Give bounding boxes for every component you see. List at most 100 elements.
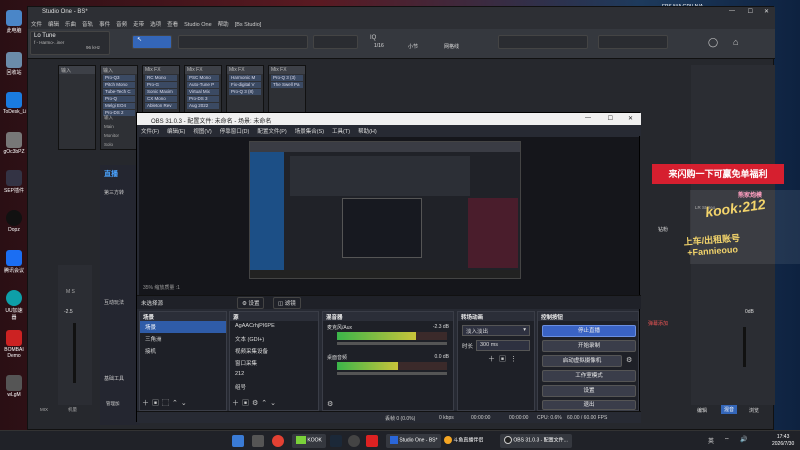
plugin-slot[interactable]: Pitch Mono — [103, 82, 135, 88]
danmu-badge[interactable]: 弹幕添加 — [648, 320, 668, 327]
desktop-icon-file[interactable]: gOc3bPZ — [3, 132, 25, 155]
browse-tab[interactable]: 浏览 — [749, 407, 759, 414]
obs-preview[interactable]: 35% 缩放质量 :1 — [139, 137, 639, 295]
desktop-volume-slider[interactable] — [337, 372, 447, 375]
source-item[interactable]: 212 — [230, 369, 318, 381]
plugin-slot[interactable]: PSC Mono — [187, 75, 219, 81]
snap-toggles[interactable] — [498, 35, 588, 49]
timebase-value[interactable]: 小节 — [408, 43, 418, 50]
plugin-slot[interactable]: Pro-Q 3 (8) — [229, 89, 261, 95]
plugin-slot[interactable]: Pro-G — [145, 82, 177, 88]
chrome-icon[interactable] — [272, 435, 284, 447]
plugin-slot[interactable]: The Swell Pa — [271, 82, 303, 88]
menu-help[interactable]: 帮助(H) — [358, 127, 377, 135]
desktop-icon-meeting[interactable]: 腾讯会议 — [3, 250, 25, 274]
taskbar-app-kook[interactable]: KOOK — [292, 434, 326, 448]
edit-tools-group[interactable] — [178, 35, 308, 49]
menu-docks[interactable]: 停靠窗口(D) — [220, 127, 250, 135]
app-icon[interactable] — [366, 435, 378, 447]
desktop-icon-todesk[interactable]: ToDesk_Li — [3, 92, 26, 115]
routing-item[interactable]: 输入 — [104, 113, 119, 122]
menu-event[interactable]: 事件 — [99, 20, 110, 28]
snap-value[interactable]: 网格线 — [444, 43, 459, 50]
menu-transport[interactable]: 走带 — [133, 20, 144, 28]
minimize-button[interactable]: — — [585, 115, 591, 121]
clock[interactable]: 17:43 2026/7/30 — [772, 434, 794, 448]
menu-help[interactable]: 帮助 — [218, 20, 229, 28]
plugin-slot[interactable]: Aug 2022 — [187, 103, 219, 109]
menu-song[interactable]: 乐曲 — [65, 20, 76, 28]
taskbar-app-douyu[interactable]: 斗鱼直播伴侣 — [440, 434, 487, 448]
taskbar-app-studio-one[interactable]: Studio One - BS* — [386, 434, 442, 448]
plugin-slot[interactable]: Pro-Q3 — [103, 75, 135, 81]
user-icon[interactable]: ◯ — [708, 37, 718, 48]
desktop-icon-uu[interactable]: UU加速器 — [3, 290, 25, 321]
source-controls[interactable]: ＋▣⚙⌃⌄ — [232, 398, 279, 408]
maximize-button[interactable]: ☐ — [608, 115, 613, 122]
plugin-slot[interactable]: Sonic Maxim — [145, 89, 177, 95]
routing-item[interactable]: Solo — [104, 140, 119, 149]
scene-item[interactable]: 接机 — [140, 345, 226, 357]
select-tool-button[interactable]: ↖ — [132, 35, 172, 49]
close-button[interactable]: ✕ — [628, 115, 633, 122]
main-fader[interactable] — [73, 323, 76, 383]
desktop-icon-sep[interactable]: SEP插件 — [3, 170, 25, 194]
mix-tab[interactable]: 混音 — [721, 405, 738, 414]
source-item[interactable]: AgAACrhjPI6PE — [230, 321, 318, 333]
mute-solo[interactable]: M S — [66, 289, 75, 295]
maximize-button[interactable]: ☐ — [748, 8, 753, 15]
media-icon[interactable] — [348, 435, 360, 447]
menu-tools[interactable]: 工具(T) — [332, 127, 350, 135]
menu-view[interactable]: 查看 — [167, 20, 178, 28]
source-item[interactable]: 视频采集设备 — [230, 345, 318, 357]
desktop-icon-wlg[interactable]: wLgM — [3, 375, 25, 398]
routing-item[interactable]: Monitor — [104, 131, 119, 140]
stop-stream-button[interactable]: 停止直播 — [542, 325, 636, 337]
studio-mode-button[interactable]: 工作室模式 — [542, 370, 636, 382]
plugin-slot[interactable]: Auto-Tune P — [187, 82, 219, 88]
promo-banner[interactable]: 来闪购一下可赢免单福利 — [652, 164, 784, 184]
plugin-slot[interactable]: Pro-DS 3 — [187, 96, 219, 102]
source-item[interactable]: 组号 — [230, 381, 318, 393]
helper-third[interactable]: 第三方转 — [104, 189, 124, 196]
menu-edit[interactable]: 编辑 — [48, 20, 59, 28]
zoom-tools[interactable] — [313, 35, 358, 49]
mixer-strip-input[interactable]: 输入 — [58, 65, 96, 150]
duration-input[interactable]: 300 ms — [476, 340, 530, 351]
quantize-value[interactable]: 1/16 — [374, 43, 384, 49]
scene-item[interactable]: 场景 — [140, 321, 226, 333]
source-item[interactable]: 文本 (GDI+) — [230, 333, 318, 345]
plugin-slot[interactable]: Tube-Tech C — [103, 89, 135, 95]
plugin-slot[interactable]: RC Mono — [145, 75, 177, 81]
plugin-slot[interactable]: CX Mono — [145, 96, 177, 102]
menu-options[interactable]: 选项 — [150, 20, 161, 28]
right-fader[interactable] — [743, 327, 746, 367]
plugin-slot[interactable]: Harmonic M — [229, 75, 261, 81]
plugin-slot[interactable]: Pro-Q 3 (3) — [271, 75, 303, 81]
minimize-button[interactable]: — — [729, 8, 735, 14]
source-item[interactable]: 窗口采集 — [230, 357, 318, 369]
desktop-icon-pc[interactable]: 此电脑 — [3, 10, 25, 34]
view-toggles[interactable] — [598, 35, 668, 49]
scene-item[interactable]: 三角洲 — [140, 333, 226, 345]
virtual-camera-button[interactable]: 启动虚拟摄像机 — [542, 355, 622, 367]
menu-track[interactable]: 音轨 — [82, 20, 93, 28]
menu-edit[interactable]: 编辑(E) — [167, 127, 185, 135]
desktop-icon-recycle[interactable]: 回收站 — [3, 52, 25, 76]
edit-tab[interactable]: 编辑 — [697, 407, 707, 414]
menu-file[interactable]: 文件 — [31, 20, 42, 28]
mic-volume-slider[interactable] — [337, 342, 447, 345]
filters-button[interactable]: ◫ 滤镜 — [273, 297, 301, 309]
home-icon[interactable]: ⌂ — [733, 37, 738, 47]
desktop-icon-dopz[interactable]: Dopz — [3, 210, 25, 233]
plugin-slot[interactable]: Fix-digital V — [229, 82, 261, 88]
menu-view[interactable]: 视图(V) — [193, 127, 211, 135]
taskbar-app-obs[interactable]: OBS 31.0.3 - 配置文件... — [500, 434, 572, 448]
ime-indicator[interactable]: 英 — [708, 436, 714, 445]
menu-file[interactable]: 文件(F) — [141, 127, 159, 135]
plugin-slot[interactable]: Pro-Q — [103, 96, 135, 102]
settings-button[interactable]: 设置 — [542, 385, 636, 397]
menu-scene-collection[interactable]: 场景集合(S) — [295, 127, 324, 135]
start-icon[interactable] — [232, 435, 244, 447]
plugin-slot[interactable]: Ableton Rev — [145, 103, 177, 109]
